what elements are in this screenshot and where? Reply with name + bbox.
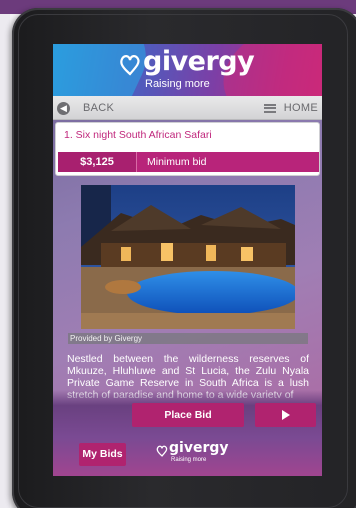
heart-outline-icon (156, 445, 168, 457)
back-label: BACK (83, 102, 115, 114)
my-bids-button[interactable]: My Bids (79, 443, 126, 466)
home-label: HOME (283, 102, 318, 114)
bid-row: $3,125 Minimum bid (58, 152, 319, 172)
bid-amount: $3,125 (58, 152, 136, 172)
safari-lodge-photo (81, 185, 295, 329)
footer-logo: givergy Raising more (156, 440, 236, 469)
back-arrow-icon: ◀ (57, 101, 70, 115)
next-button[interactable] (255, 403, 316, 427)
photo-caption: Provided by Givergy (68, 333, 308, 344)
logo-brand-text: givergy (143, 46, 255, 77)
logo-tagline: Raising more (145, 78, 210, 90)
auction-item-card: 1. Six night South African Safari $3,125… (55, 122, 320, 176)
bid-label: Minimum bid (136, 152, 319, 172)
menu-lines-icon (263, 103, 276, 113)
heart-outline-icon (120, 55, 140, 76)
app-header: givergy Raising more (53, 44, 322, 96)
place-bid-button[interactable]: Place Bid (132, 403, 244, 427)
play-icon (282, 410, 290, 420)
back-button[interactable]: ◀ BACK (57, 99, 114, 117)
nav-bar: ◀ BACK HOME (53, 96, 322, 120)
footer-brand-text: givergy (169, 440, 229, 456)
page-left-margin (0, 14, 10, 508)
footer-tagline: Raising more (171, 457, 207, 463)
tablet-screen: givergy Raising more ◀ BACK HOME 1. Six … (53, 44, 322, 476)
item-title: 1. Six night South African Safari (64, 129, 212, 141)
givergy-logo: givergy Raising more (119, 46, 269, 92)
home-button[interactable]: HOME (263, 99, 318, 117)
